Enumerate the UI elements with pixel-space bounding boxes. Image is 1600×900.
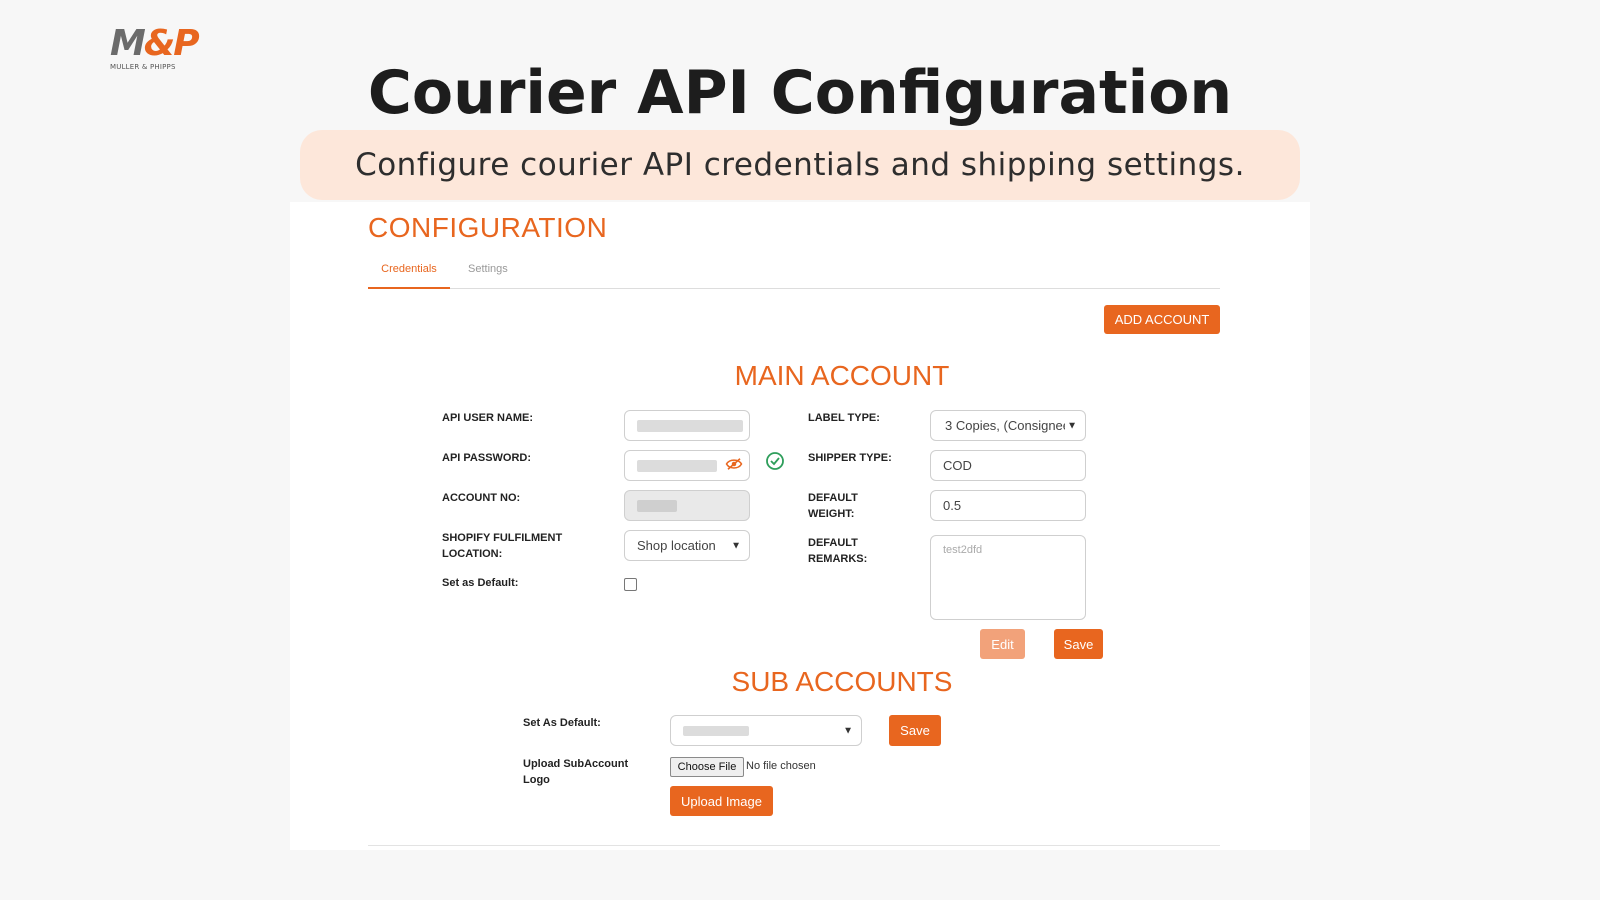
label-type-select[interactable]: 3 Copies, (Consignee ▼ xyxy=(930,410,1086,441)
default-remarks-label: DEFAULT REMARKS: xyxy=(808,537,868,565)
divider xyxy=(368,845,1220,846)
sub-set-default-label: Set As Default: xyxy=(523,717,601,729)
redacted-value xyxy=(637,499,677,512)
eye-slash-icon[interactable] xyxy=(725,457,743,471)
tab-bar: Credentials Settings xyxy=(368,258,1220,289)
shopify-location-label: SHOPIFY FULFILMENT LOCATION: xyxy=(442,532,563,560)
main-account-save-button[interactable]: Save xyxy=(1054,629,1103,659)
shipper-type-input[interactable]: COD xyxy=(930,450,1086,481)
sub-account-select[interactable]: ▼ xyxy=(670,715,862,746)
default-weight-label: DEFAULT WEIGHT: xyxy=(808,492,858,520)
page-subtitle: Configure courier API credentials and sh… xyxy=(300,130,1300,200)
shopify-location-select[interactable]: Shop location ▼ xyxy=(624,530,750,561)
chevron-down-icon: ▼ xyxy=(843,725,853,736)
api-user-name-input[interactable] xyxy=(624,410,750,441)
api-password-input[interactable] xyxy=(624,450,750,481)
page-title: Courier API Configuration xyxy=(367,58,1233,128)
account-no-input xyxy=(624,490,750,521)
edit-button[interactable]: Edit xyxy=(980,629,1025,659)
default-weight-input[interactable]: 0.5 xyxy=(930,490,1086,521)
chevron-down-icon: ▼ xyxy=(1067,420,1077,431)
account-no-label: ACCOUNT NO: xyxy=(442,492,521,504)
configuration-card xyxy=(290,202,1310,850)
upload-logo-label: Upload SubAccount Logo xyxy=(523,758,629,786)
check-circle-icon xyxy=(766,452,784,470)
tab-settings[interactable]: Settings xyxy=(468,263,508,275)
chevron-down-icon: ▼ xyxy=(731,540,741,551)
set-as-default-checkbox[interactable] xyxy=(624,578,637,591)
no-file-text: No file chosen xyxy=(746,760,816,772)
main-account-title: MAIN ACCOUNT xyxy=(734,360,950,391)
default-remarks-textarea[interactable]: test2dfd xyxy=(930,535,1086,620)
api-password-label: API PASSWORD: xyxy=(442,452,532,464)
redacted-value xyxy=(683,725,749,736)
configuration-title: CONFIGURATION xyxy=(368,212,608,243)
shipper-type-label: SHIPPER TYPE: xyxy=(808,452,892,464)
sub-accounts-title: SUB ACCOUNTS xyxy=(731,666,953,697)
label-type-label: LABEL TYPE: xyxy=(808,412,880,424)
add-account-button[interactable]: ADD ACCOUNT xyxy=(1104,305,1220,334)
set-as-default-label: Set as Default: xyxy=(442,577,519,589)
choose-file-button[interactable]: Choose File xyxy=(670,757,744,777)
redacted-value xyxy=(637,459,717,472)
sub-account-save-button[interactable]: Save xyxy=(889,715,941,746)
tab-credentials[interactable]: Credentials xyxy=(368,263,450,289)
api-user-name-label: API USER NAME: xyxy=(442,412,534,424)
redacted-value xyxy=(637,419,743,432)
upload-image-button[interactable]: Upload Image xyxy=(670,786,773,816)
